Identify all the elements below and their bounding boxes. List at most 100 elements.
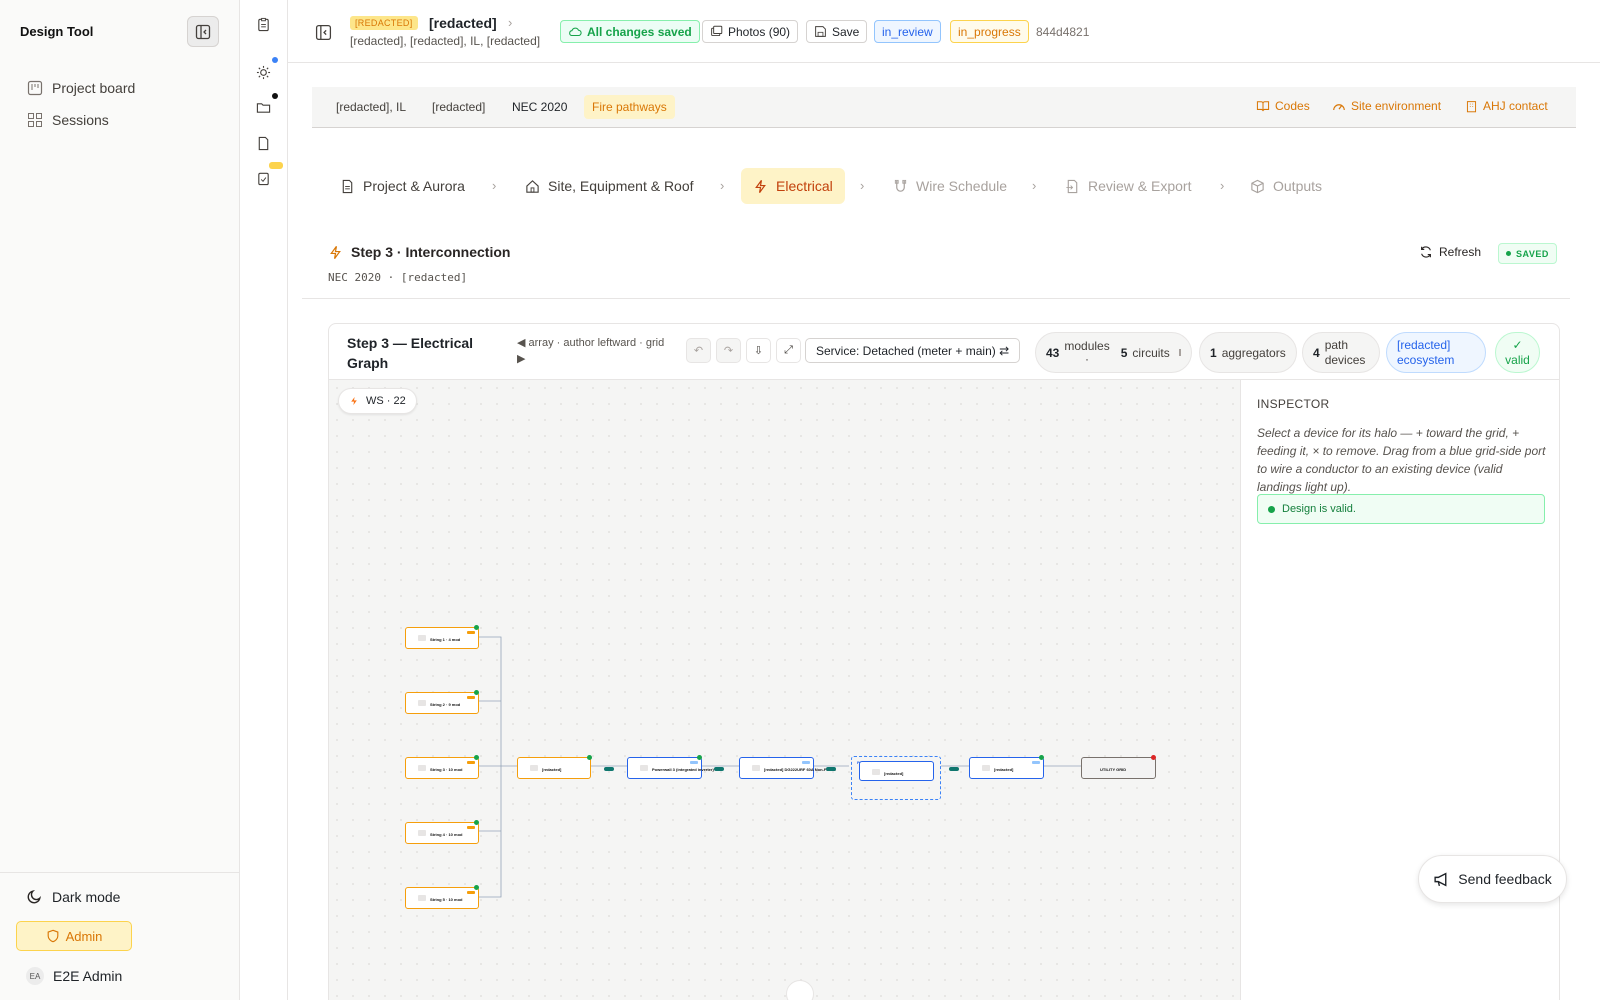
port-dot[interactable]: [1039, 755, 1044, 760]
string-node-1[interactable]: String 1 · 4 mod: [405, 627, 479, 649]
path-devices-count: 4: [1313, 345, 1320, 360]
ecosystem-badge[interactable]: [redacted] ecosystem: [1386, 332, 1486, 373]
clipboard-icon[interactable]: [254, 15, 272, 33]
redo-button[interactable]: ↷: [716, 338, 741, 363]
status-badge-progress[interactable]: in_progress: [950, 20, 1029, 43]
step-title: Step 3 · Interconnection: [351, 244, 511, 260]
graph-title: Step 3 — Electrical Graph: [347, 335, 474, 371]
badge-icon: [269, 162, 283, 169]
clipboard-check-icon[interactable]: [254, 169, 272, 187]
undo-button[interactable]: ↶: [686, 338, 711, 363]
aggregator-node[interactable]: [redacted]: [517, 757, 591, 779]
app-title: Design Tool: [20, 24, 94, 39]
document-icon: [342, 179, 353, 193]
port-dot[interactable]: [587, 755, 592, 760]
conductor-tag[interactable]: [826, 767, 836, 771]
step-outputs[interactable]: Outputs: [1250, 168, 1322, 204]
utility-label: UTILITY GRID: [1100, 767, 1127, 772]
ahj-contact-link[interactable]: AHJ contact: [1465, 99, 1548, 113]
step-electrical[interactable]: Electrical: [741, 168, 845, 204]
sun-icon[interactable]: [254, 63, 272, 81]
chevron-right-icon: ›: [1220, 178, 1225, 193]
panel-toggle-icon[interactable]: [315, 24, 332, 46]
feedback-label: Send feedback: [1458, 871, 1552, 887]
port-dot[interactable]: [474, 755, 479, 760]
node-tag: [467, 631, 475, 634]
refresh-button[interactable]: Refresh: [1419, 245, 1481, 259]
notification-dot: [272, 57, 278, 63]
step-site-equipment-roof[interactable]: Site, Equipment & Roof: [525, 168, 694, 204]
send-feedback-button[interactable]: Send feedback: [1418, 855, 1567, 903]
download-button[interactable]: ⇩: [746, 338, 771, 363]
admin-button[interactable]: Admin: [16, 921, 132, 951]
ahj-label: AHJ contact: [1483, 99, 1548, 113]
user-menu[interactable]: EA E2E Admin: [26, 967, 122, 985]
codes-link[interactable]: Codes: [1256, 99, 1310, 113]
service-label: Service: Detached (meter + main) ⇄: [816, 343, 1010, 358]
step-review-export[interactable]: Review & Export: [1065, 168, 1191, 204]
device-label: [redacted]: [542, 767, 562, 772]
string-node-4[interactable]: String 4 · 10 mod: [405, 822, 479, 844]
valid-label: ✓ valid: [1505, 337, 1530, 367]
port-dot[interactable]: [474, 885, 479, 890]
port-dot[interactable]: [697, 755, 702, 760]
string-label: String 2 · 9 mod: [430, 702, 461, 707]
sidebar-item-project-board[interactable]: Project board: [26, 79, 135, 96]
string-label: String 1 · 4 mod: [430, 637, 461, 642]
sidebar: Design Tool Project board Sessions Dark …: [0, 0, 240, 1000]
site-environment-link[interactable]: Site environment: [1332, 99, 1441, 113]
photos-button[interactable]: Photos (90): [702, 20, 799, 43]
device-label: Powerwall 3 (integrated inverter): [652, 767, 714, 772]
port-dot[interactable]: [474, 690, 479, 695]
info-item: [redacted]: [432, 100, 486, 114]
port-dot[interactable]: [474, 625, 479, 630]
inspector-panel: INSPECTOR Select a device for its halo —…: [1241, 380, 1559, 1000]
dark-mode-toggle[interactable]: Dark mode: [26, 888, 120, 905]
node-tag: [467, 761, 475, 764]
graph-canvas[interactable]: WS · 22 String 1 · 4 mod String 2 · 9 mo…: [329, 380, 1241, 1000]
step-label: Review & Export: [1088, 178, 1192, 194]
module-icon: [418, 700, 426, 706]
file-icon[interactable]: [254, 134, 272, 152]
conductor-tag[interactable]: [714, 767, 724, 771]
status-badge-review[interactable]: in_review: [874, 20, 941, 43]
inverter-icon: [640, 765, 648, 771]
port-dot[interactable]: [1151, 755, 1156, 760]
sidebar-collapse-button[interactable]: [187, 16, 219, 47]
inverter-node[interactable]: Powerwall 3 (integrated inverter): [627, 757, 714, 779]
folder-icon[interactable]: [254, 98, 272, 116]
meter-node[interactable]: [redacted]: [969, 757, 1044, 779]
project-name[interactable]: [redacted]: [429, 15, 497, 31]
user-name: E2E Admin: [53, 968, 123, 984]
disconnect-node[interactable]: [redacted] DG222URF 60A Non-Fused: [739, 757, 836, 779]
circuits-label: circuits: [1132, 345, 1170, 360]
node-tag: [467, 826, 475, 829]
expand-button[interactable]: ⤢: [776, 338, 801, 363]
string-label: String 3 · 10 mod: [430, 767, 463, 772]
step-wire-schedule[interactable]: Wire Schedule: [893, 168, 1007, 204]
electrical-graph-panel: Step 3 — Electrical Graph ◀ array · auth…: [328, 323, 1560, 1000]
conductor-tag[interactable]: [604, 767, 614, 771]
chevron-right-icon: ›: [508, 15, 513, 30]
step-label: Electrical: [776, 178, 833, 194]
conductor-tag[interactable]: [949, 767, 959, 771]
modules-separator: ·: [1085, 351, 1090, 366]
save-status-badge: All changes saved: [560, 20, 700, 43]
save-button[interactable]: Save: [806, 20, 868, 43]
save-icon: [815, 26, 826, 37]
step-heading: Step 3 · Interconnection: [328, 244, 510, 260]
string-node-5[interactable]: String 5 · 10 mod: [405, 887, 479, 909]
book-icon: [1256, 101, 1270, 112]
utility-grid-node[interactable]: UTILITY GRID: [1081, 757, 1156, 779]
string-node-2[interactable]: String 2 · 9 mod: [405, 692, 479, 714]
fire-pathways-badge[interactable]: Fire pathways: [584, 95, 675, 119]
sidebar-item-sessions[interactable]: Sessions: [26, 111, 109, 128]
step-project-aurora[interactable]: Project & Aurora: [340, 168, 465, 204]
service-disconnect-node[interactable]: [redacted]: [859, 761, 934, 781]
string-node-3[interactable]: String 3 · 10 mod: [405, 757, 479, 779]
node-tag: [467, 696, 475, 699]
images-icon: [711, 25, 723, 37]
port-dot[interactable]: [474, 820, 479, 825]
service-type-select[interactable]: Service: Detached (meter + main) ⇄: [805, 338, 1021, 363]
chevron-right-icon: ›: [860, 178, 865, 193]
